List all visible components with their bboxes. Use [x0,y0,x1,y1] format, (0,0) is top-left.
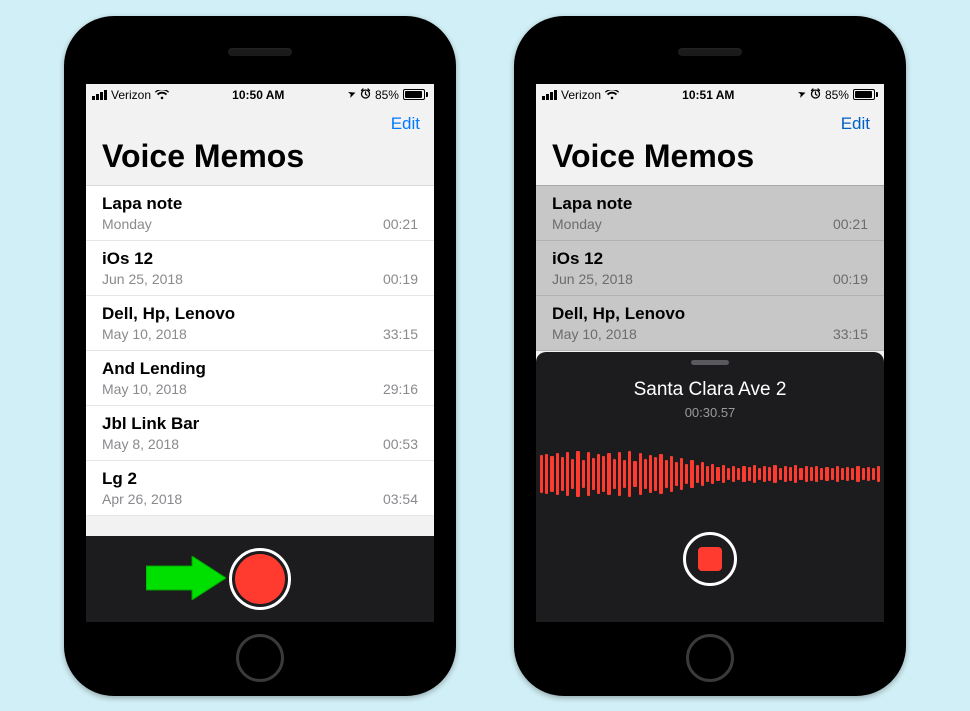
memo-duration: 33:15 [383,326,418,342]
memo-title: iOs 12 [552,249,868,269]
memo-date: May 10, 2018 [102,326,187,342]
page-title: Voice Memos [86,138,434,185]
home-button[interactable] [686,634,734,682]
memo-duration: 00:21 [383,216,418,232]
battery-percent: 85% [375,88,399,102]
location-icon: ➤ [346,88,358,101]
memo-date: Jun 25, 2018 [102,271,183,287]
nav-bar: Edit [536,106,884,138]
wifi-icon [155,90,169,100]
status-time: 10:50 AM [232,88,284,102]
screen-right: Verizon 10:51 AM ➤ 85% [536,84,884,622]
drag-handle-icon[interactable] [691,360,729,365]
carrier-label: Verizon [111,88,151,102]
memo-date: Jun 25, 2018 [552,271,633,287]
phone-speaker [678,48,742,56]
memo-title: iOs 12 [102,249,418,269]
status-bar: Verizon 10:50 AM ➤ 85% [86,84,434,106]
phone-right: Verizon 10:51 AM ➤ 85% [514,16,906,696]
record-icon [235,554,285,604]
signal-bars-icon [542,90,557,100]
battery-icon [403,89,428,100]
stop-icon [698,547,722,571]
memo-duration: 00:19 [383,271,418,287]
memo-title: Lapa note [552,194,868,214]
record-bar [86,536,434,622]
wifi-icon [605,90,619,100]
record-button[interactable] [229,548,291,610]
list-item[interactable]: Lg 2 Apr 26, 2018 03:54 [86,461,434,516]
phone-left: Verizon 10:50 AM ➤ 85% Edit Voice Memos [64,16,456,696]
memo-title: And Lending [102,359,418,379]
status-bar: Verizon 10:51 AM ➤ 85% [536,84,884,106]
memo-duration: 29:16 [383,381,418,397]
list-item[interactable]: And Lending May 10, 2018 29:16 [86,351,434,406]
alarm-icon [360,88,371,102]
list-item[interactable]: Lapa note Monday 00:21 [536,186,884,241]
stop-record-button[interactable] [683,532,737,586]
screen-left: Verizon 10:50 AM ➤ 85% Edit Voice Memos [86,84,434,622]
location-icon: ➤ [796,88,808,101]
memo-list: Lapa note Monday 00:21 iOs 12 Jun 25, 201… [536,185,884,351]
memo-date: Monday [552,216,602,232]
memo-date: Monday [102,216,152,232]
battery-percent: 85% [825,88,849,102]
list-item[interactable]: Dell, Hp, Lenovo May 10, 2018 33:15 [536,296,884,351]
memo-date: May 8, 2018 [102,436,179,452]
memo-duration: 00:19 [833,271,868,287]
list-item[interactable]: iOs 12 Jun 25, 2018 00:19 [536,241,884,296]
edit-button[interactable]: Edit [391,114,420,134]
home-button[interactable] [236,634,284,682]
memo-duration: 33:15 [833,326,868,342]
carrier-label: Verizon [561,88,601,102]
memo-title: Jbl Link Bar [102,414,418,434]
recording-name: Santa Clara Ave 2 [634,379,787,401]
status-right: ➤ 85% [348,88,428,102]
nav-bar: Edit [86,106,434,138]
status-left: Verizon [542,88,619,102]
list-item[interactable]: Jbl Link Bar May 8, 2018 00:53 [86,406,434,461]
status-right: ➤ 85% [798,88,878,102]
recording-elapsed: 00:30.57 [685,405,736,420]
status-time: 10:51 AM [682,88,734,102]
memo-date: May 10, 2018 [102,381,187,397]
dimmed-background: Verizon 10:51 AM ➤ 85% [536,84,884,351]
alarm-icon [810,88,821,102]
page-title: Voice Memos [536,138,884,185]
memo-title: Dell, Hp, Lenovo [102,304,418,324]
memo-date: Apr 26, 2018 [102,491,182,507]
battery-icon [853,89,878,100]
list-item[interactable]: Dell, Hp, Lenovo May 10, 2018 33:15 [86,296,434,351]
waveform [536,444,884,504]
memo-list: Lapa note Monday 00:21 iOs 12 Jun 25, 201… [86,185,434,516]
list-item[interactable]: iOs 12 Jun 25, 2018 00:19 [86,241,434,296]
signal-bars-icon [92,90,107,100]
list-item[interactable]: Lapa note Monday 00:21 [86,186,434,241]
memo-duration: 00:53 [383,436,418,452]
recording-panel[interactable]: Santa Clara Ave 2 00:30.57 [536,352,884,622]
status-left: Verizon [92,88,169,102]
memo-duration: 03:54 [383,491,418,507]
memo-title: Lapa note [102,194,418,214]
phone-speaker [228,48,292,56]
edit-button[interactable]: Edit [841,114,870,134]
memo-date: May 10, 2018 [552,326,637,342]
memo-duration: 00:21 [833,216,868,232]
memo-title: Dell, Hp, Lenovo [552,304,868,324]
memo-title: Lg 2 [102,469,418,489]
